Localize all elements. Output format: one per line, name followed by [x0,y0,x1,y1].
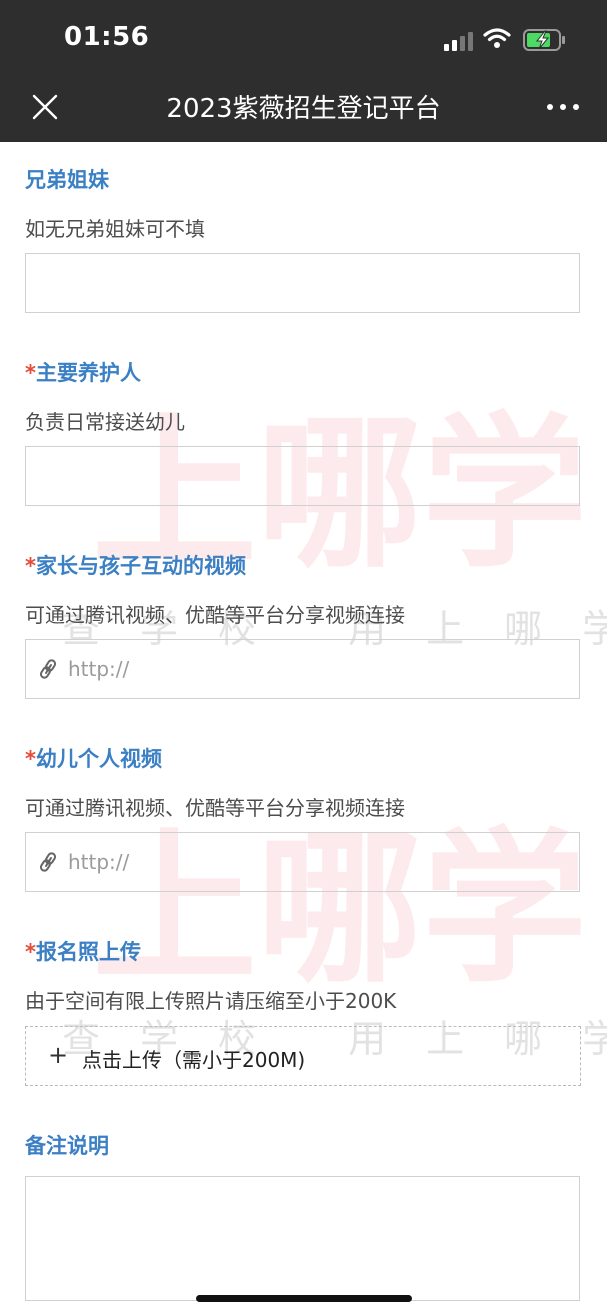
link-icon [39,659,57,679]
photo-upload-button[interactable]: + 点击上传（需小于200M) [25,1026,581,1086]
upload-button-label: 点击上传（需小于200M) [82,1048,306,1072]
parent-video-hint: 可通过腾讯视频、优酷等平台分享视频连接 [25,603,405,627]
more-icon[interactable] [543,95,583,119]
photo-upload-hint: 由于空间有限上传照片请压缩至小于200K [25,989,397,1013]
caregiver-input[interactable] [25,446,580,506]
page-title: 2023紫薇招生登记平台 [166,94,441,124]
parent-video-url-input[interactable]: http:// [25,639,580,699]
signal-icon [444,31,474,51]
child-video-hint: 可通过腾讯视频、优酷等平台分享视频连接 [25,796,405,820]
caregiver-label: *主要养护人 [25,361,141,385]
home-indicator [196,1295,412,1302]
remarks-label: 备注说明 [25,1134,109,1158]
url-placeholder: http:// [68,850,130,874]
caregiver-hint: 负责日常接送幼儿 [25,410,185,434]
plus-icon: + [48,1041,69,1069]
wifi-icon [483,28,511,48]
siblings-input[interactable] [25,253,580,313]
top-bar: 01:56 2023紫薇招生登记平台 [0,0,607,142]
status-time: 01:56 [64,22,150,52]
siblings-hint: 如无兄弟姐妹可不填 [25,217,205,241]
remarks-textarea[interactable] [25,1176,580,1301]
siblings-label: 兄弟姐妹 [25,168,109,192]
battery-charging-icon [523,29,565,51]
parent-video-label: *家长与孩子互动的视频 [25,554,246,578]
photo-upload-label: *报名照上传 [25,940,141,964]
link-icon [39,852,57,872]
url-placeholder: http:// [68,657,130,681]
child-video-url-input[interactable]: http:// [25,832,580,892]
child-video-label: *幼儿个人视频 [25,747,162,771]
